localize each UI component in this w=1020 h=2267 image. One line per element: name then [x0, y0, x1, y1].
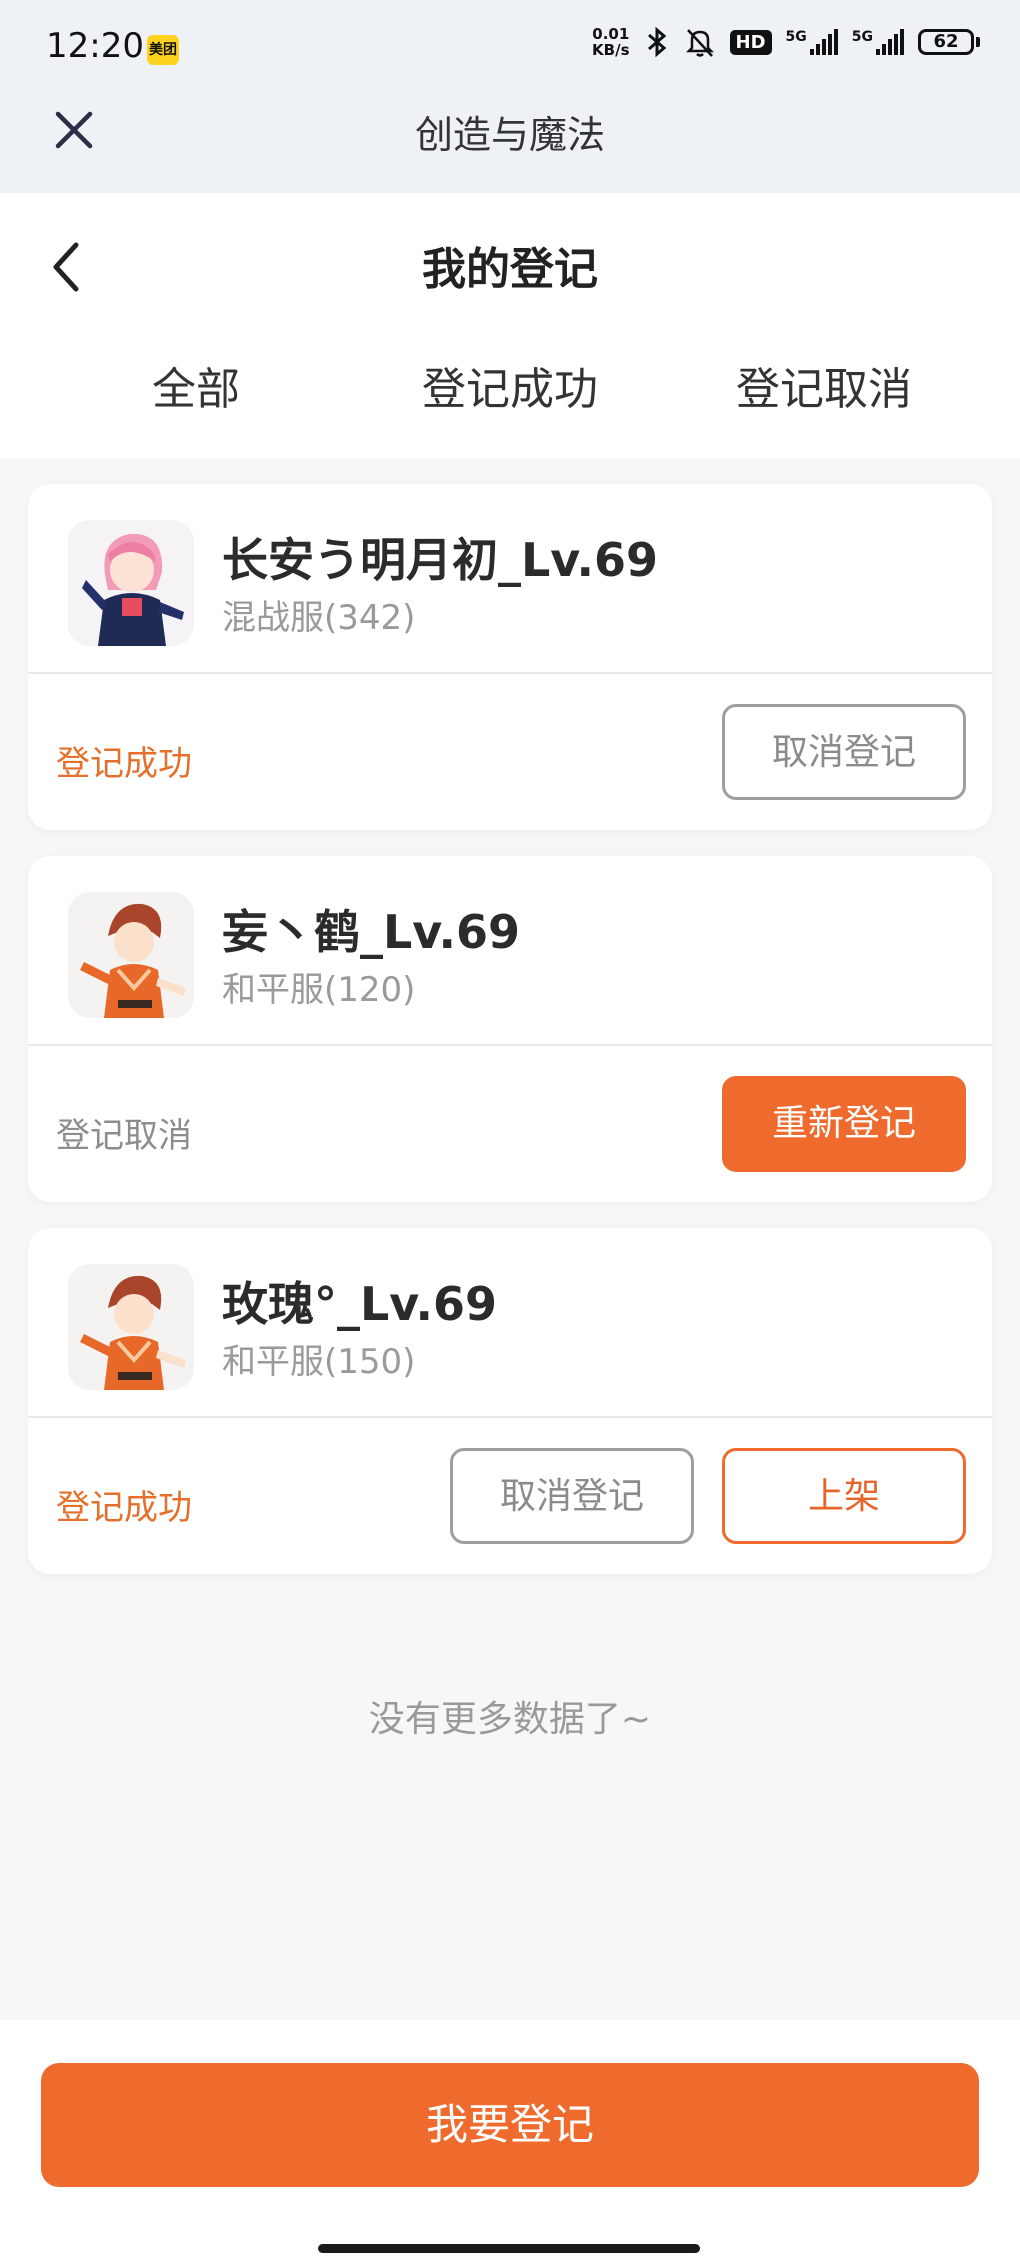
cancel-registration-button[interactable]: 取消登记 [450, 1448, 694, 1544]
signal-label: 5G [785, 29, 807, 45]
battery-icon: 62 [918, 29, 980, 55]
home-indicator[interactable] [318, 2244, 700, 2253]
avatar [68, 520, 194, 646]
character-name: 妄丶鹤_Lv.69 [222, 905, 521, 959]
status-icons: 0.01 KB/s HD 5G 5G 62 [592, 26, 980, 58]
signal-icon: 5G [786, 29, 838, 55]
server-name: 混战服(342) [222, 598, 416, 638]
hd-badge: HD [729, 29, 772, 55]
bell-off-icon [685, 29, 714, 57]
battery-level: 62 [918, 29, 974, 55]
no-more-data: 没有更多数据了~ [368, 1699, 652, 1740]
mini-program-title: 创造与魔法 [414, 113, 605, 157]
status-time: 12:20 [46, 26, 144, 66]
tab-bar: 全部 登记成功 登记取消 [0, 353, 1020, 423]
status-label: 登记取消 [56, 1116, 192, 1156]
status-label: 登记成功 [56, 1488, 192, 1528]
register-button[interactable]: 我要登记 [41, 2063, 979, 2187]
record-card: 妄丶鹤_Lv.69 和平服(120) 登记取消 重新登记 [28, 856, 992, 1202]
avatar [68, 1264, 194, 1390]
bottom-action-bar: 我要登记 [0, 2020, 1020, 2267]
character-name: 玫瑰°_Lv.69 [222, 1277, 498, 1331]
re-register-button[interactable]: 重新登记 [722, 1076, 966, 1172]
net-speed-unit: KB/s [592, 41, 630, 59]
record-card: 玫瑰°_Lv.69 和平服(150) 登记成功 取消登记 上架 [28, 1228, 992, 1574]
tab-all[interactable]: 全部 [46, 353, 346, 417]
server-name: 和平服(150) [222, 1342, 416, 1382]
status-label: 登记成功 [56, 744, 192, 784]
page-title: 我的登记 [422, 244, 598, 295]
record-card: 长安う明月初_Lv.69 混战服(342) 登记成功 取消登记 [28, 484, 992, 830]
avatar [68, 892, 194, 1018]
net-speed: 0.01 KB/s [592, 26, 629, 58]
list-for-sale-button[interactable]: 上架 [722, 1448, 966, 1544]
character-avatar-icon [68, 520, 194, 646]
character-avatar-icon [68, 1264, 194, 1390]
net-speed-value: 0.01 [592, 25, 630, 43]
top-header: 12:20 美团 0.01 KB/s HD 5G 5G 62 创造与魔法 [0, 0, 1020, 193]
tab-cancelled[interactable]: 登记取消 [674, 353, 974, 417]
character-avatar-icon [68, 892, 194, 1018]
character-name: 长安う明月初_Lv.69 [222, 533, 659, 587]
page-header: 我的登记 全部 登记成功 登记取消 [0, 193, 1020, 458]
divider [28, 672, 992, 674]
meituan-badge: 美团 [147, 35, 179, 65]
signal-icon: 5G [852, 29, 904, 55]
divider [28, 1416, 992, 1418]
cancel-registration-button[interactable]: 取消登记 [722, 704, 966, 800]
bluetooth-icon [647, 26, 666, 58]
signal-label: 5G [851, 29, 873, 45]
tab-success[interactable]: 登记成功 [360, 353, 660, 417]
divider [28, 1044, 992, 1046]
server-name: 和平服(120) [222, 970, 416, 1010]
